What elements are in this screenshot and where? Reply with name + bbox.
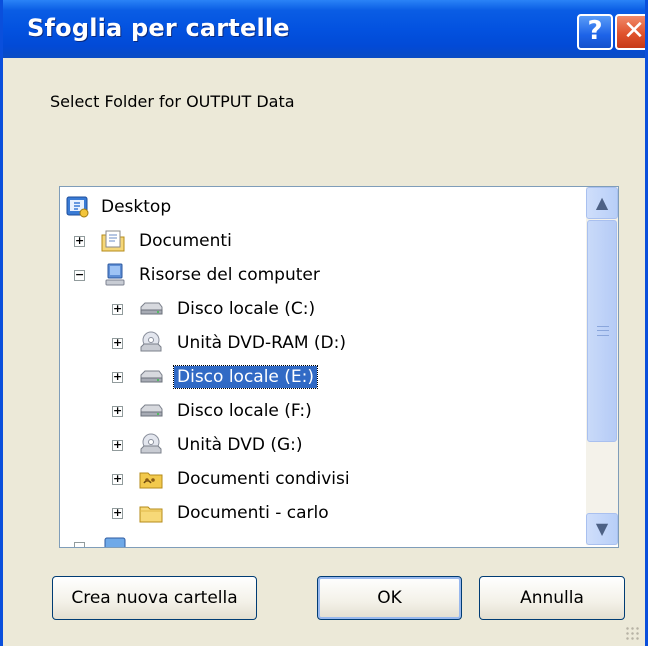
hard-drive-icon bbox=[138, 297, 164, 321]
tree-item-label: Desktop bbox=[101, 197, 172, 217]
scroll-thumb[interactable] bbox=[587, 220, 617, 442]
scroll-up-button[interactable]: ▲ bbox=[586, 187, 618, 219]
tree-item-label: Documenti - carlo bbox=[177, 503, 329, 523]
tree-item-label: Disco locale (F:) bbox=[177, 401, 312, 421]
tree-item-dvd-g[interactable]: + Unità DVD (G:) bbox=[60, 429, 618, 461]
expand-toggle[interactable]: + bbox=[112, 371, 123, 383]
tree-item-label: Documenti bbox=[139, 231, 232, 251]
tree-item-label-selected: Disco locale (E:) bbox=[172, 365, 319, 389]
grip-icon bbox=[597, 326, 609, 336]
tree-item-desktop[interactable]: Desktop bbox=[60, 191, 618, 223]
tree-item-partial bbox=[60, 531, 618, 547]
tree-scrollbar[interactable]: ▲ ▼ bbox=[586, 187, 618, 545]
title-bar[interactable]: Sfoglia per cartelle ? ✕ bbox=[3, 0, 645, 58]
resize-grip[interactable] bbox=[625, 626, 639, 640]
expand-toggle[interactable]: + bbox=[112, 405, 123, 417]
expand-toggle[interactable]: + bbox=[112, 337, 123, 349]
expand-toggle[interactable]: + bbox=[74, 235, 85, 247]
scroll-down-button[interactable]: ▼ bbox=[586, 513, 618, 545]
hard-drive-icon bbox=[138, 399, 164, 423]
expand-toggle[interactable]: + bbox=[112, 507, 123, 519]
folder-icon bbox=[138, 501, 164, 525]
help-button[interactable]: ? bbox=[577, 14, 613, 50]
browse-folder-dialog: Sfoglia per cartelle ? ✕ Select Folder f… bbox=[0, 0, 648, 646]
new-folder-button[interactable]: Crea nuova cartella bbox=[52, 576, 257, 620]
hard-drive-icon bbox=[138, 365, 164, 389]
expand-toggle[interactable]: + bbox=[112, 473, 123, 485]
tree-item-risorse-del-computer[interactable]: − Risorse del computer bbox=[60, 259, 618, 291]
desktop-icon bbox=[65, 195, 91, 219]
tree-item-label: Unità DVD-RAM (D:) bbox=[177, 333, 346, 353]
dvd-drive-icon bbox=[138, 433, 164, 457]
cancel-button[interactable]: Annulla bbox=[479, 576, 625, 620]
documents-folder-icon bbox=[100, 229, 126, 253]
ok-button[interactable]: OK bbox=[317, 576, 462, 620]
tree-item-disco-f[interactable]: + Disco locale (F:) bbox=[60, 395, 618, 427]
folder-tree[interactable]: Desktop + Documenti − Risorse del comput… bbox=[59, 186, 619, 548]
tree-item-dvd-ram-d[interactable]: + Unità DVD-RAM (D:) bbox=[60, 327, 618, 359]
tree-item-label: Risorse del computer bbox=[139, 265, 320, 285]
expand-toggle[interactable]: + bbox=[112, 439, 123, 451]
close-button[interactable]: ✕ bbox=[615, 14, 645, 50]
collapse-toggle[interactable]: − bbox=[74, 269, 85, 281]
window-title: Sfoglia per cartelle bbox=[27, 14, 290, 42]
network-icon bbox=[102, 535, 128, 547]
shared-folder-icon bbox=[138, 467, 164, 491]
my-computer-icon bbox=[102, 263, 128, 287]
tree-item-documenti[interactable]: + Documenti bbox=[60, 225, 618, 257]
tree-item-disco-e[interactable]: + Disco locale (E:) bbox=[60, 361, 618, 393]
tree-item-documenti-carlo[interactable]: + Documenti - carlo bbox=[60, 497, 618, 529]
tree-item-documenti-condivisi[interactable]: + Documenti condivisi bbox=[60, 463, 618, 495]
expand-toggle[interactable]: + bbox=[112, 303, 123, 315]
tree-item-label: Disco locale (C:) bbox=[177, 299, 316, 319]
dvd-drive-icon bbox=[138, 331, 164, 355]
expand-toggle bbox=[74, 542, 85, 547]
tree-item-disco-c[interactable]: + Disco locale (C:) bbox=[60, 293, 618, 325]
tree-item-label: Documenti condivisi bbox=[177, 469, 350, 489]
tree-item-label: Unità DVD (G:) bbox=[177, 435, 303, 455]
dialog-prompt: Select Folder for OUTPUT Data bbox=[50, 92, 295, 111]
